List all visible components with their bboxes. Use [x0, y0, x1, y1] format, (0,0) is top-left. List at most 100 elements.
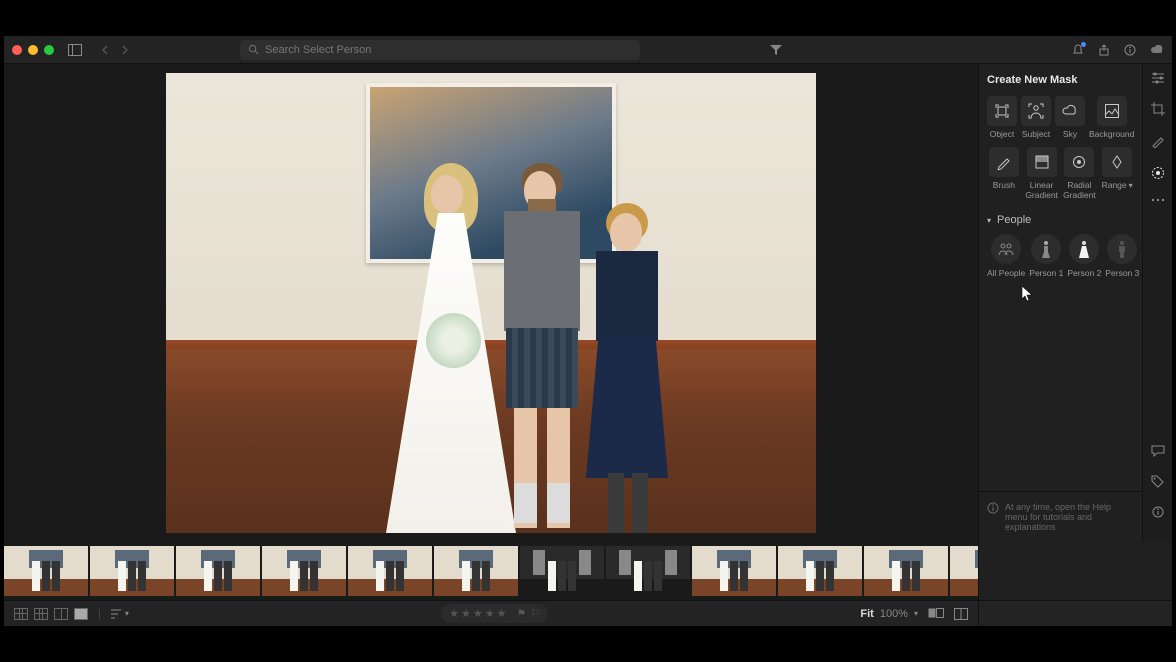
mask-tool-linear[interactable]: LinearGradient: [1025, 147, 1059, 200]
view-grid2-button[interactable]: [34, 608, 48, 620]
filmstrip-thumb[interactable]: [864, 546, 948, 596]
before-after-icon[interactable]: [928, 608, 944, 620]
star-icon[interactable]: ★: [497, 607, 507, 620]
sidebar-toggle-icon[interactable]: [68, 44, 82, 56]
person-label: Person 2: [1067, 268, 1101, 278]
people-section-header[interactable]: ▾ People: [987, 214, 1134, 226]
zoom-control[interactable]: Fit 100% ▾: [860, 608, 918, 620]
person-label: All People: [987, 268, 1025, 278]
radial-icon: [1064, 147, 1094, 177]
sort-button[interactable]: ▾: [111, 609, 129, 619]
filmstrip-thumb[interactable]: [176, 546, 260, 596]
window-controls: [12, 45, 54, 55]
search-icon: [248, 44, 259, 55]
chevron-down-icon: ▾: [914, 609, 918, 618]
crop-icon[interactable]: [1151, 102, 1165, 116]
masking-icon[interactable]: [1151, 166, 1165, 180]
mask-tool-object[interactable]: Object: [987, 96, 1017, 139]
person-thumb-icon: [1107, 234, 1137, 264]
linear-icon: [1027, 147, 1057, 177]
person-label: Person 1: [1029, 268, 1063, 278]
person-select-p3[interactable]: Person 3: [1105, 234, 1139, 278]
mask-tool-radial[interactable]: RadialGradient: [1063, 147, 1097, 200]
share-icon[interactable]: [1098, 44, 1110, 56]
main-area: Create New Mask Object Subject Sky Backgrou…: [4, 64, 1172, 542]
filmstrip-thumb[interactable]: [520, 546, 604, 596]
filmstrip-thumb[interactable]: [692, 546, 776, 596]
star-icon[interactable]: ★: [473, 607, 483, 620]
mask-tool-label: Background: [1089, 130, 1134, 139]
brush-icon: [989, 147, 1019, 177]
chevron-down-icon: ▾: [987, 216, 991, 225]
zoom-value: 100%: [880, 608, 908, 620]
info-icon[interactable]: [1124, 44, 1136, 56]
cloud-sync-icon[interactable]: [1150, 45, 1164, 55]
tool-rail: [1142, 64, 1172, 542]
mask-tool-label: Range▾: [1102, 181, 1133, 191]
tag-icon[interactable]: [1151, 475, 1164, 488]
person-thumb-icon: [1069, 234, 1099, 264]
filmstrip-thumb[interactable]: [434, 546, 518, 596]
filmstrip-thumb[interactable]: [348, 546, 432, 596]
app-window: Search Select Person: [4, 36, 1172, 626]
notifications-icon[interactable]: [1072, 44, 1084, 56]
titlebar: Search Select Person: [4, 36, 1172, 64]
zoom-mode: Fit: [860, 608, 873, 620]
star-icon[interactable]: ★: [461, 607, 471, 620]
mask-tool-label: Sky: [1063, 130, 1077, 139]
mask-panel-title: Create New Mask: [987, 74, 1134, 86]
mask-tool-label: Brush: [993, 181, 1015, 190]
person-select-all[interactable]: All People: [987, 234, 1025, 278]
mask-tool-subject[interactable]: Subject: [1021, 96, 1051, 139]
filmstrip-thumb[interactable]: [606, 546, 690, 596]
nav-back-button[interactable]: [100, 45, 110, 55]
mask-tool-label: RadialGradient: [1063, 181, 1096, 200]
search-input[interactable]: Search Select Person: [240, 40, 640, 60]
more-icon[interactable]: [1151, 198, 1165, 202]
rating-stars[interactable]: ★ ★ ★ ★ ★ ⚑ ⚐: [441, 604, 548, 623]
mask-tools-row2: Brush LinearGradientRadialGradient Range▾: [987, 147, 1134, 200]
view-single-button[interactable]: [74, 608, 88, 620]
info-panel-icon[interactable]: [1152, 506, 1164, 518]
filmstrip-thumb[interactable]: [950, 546, 978, 596]
mask-tool-range[interactable]: Range▾: [1100, 147, 1134, 200]
mask-tool-sky[interactable]: Sky: [1055, 96, 1085, 139]
person-thumb-icon: [1031, 234, 1061, 264]
help-tip: At any time, open the Help menu for tuto…: [978, 491, 1142, 542]
nav-forward-button[interactable]: [120, 45, 130, 55]
mask-tool-brush[interactable]: Brush: [987, 147, 1021, 200]
filmstrip[interactable]: [4, 542, 978, 600]
comments-icon[interactable]: [1151, 445, 1165, 457]
person-select-p2[interactable]: Person 2: [1067, 234, 1101, 278]
maximize-window-button[interactable]: [44, 45, 54, 55]
mask-tool-label: Object: [990, 130, 1015, 139]
adjust-sliders-icon[interactable]: [1151, 72, 1165, 84]
view-split-button[interactable]: [54, 608, 68, 620]
main-photo: [166, 73, 816, 533]
person-select-p1[interactable]: Person 1: [1029, 234, 1063, 278]
close-window-button[interactable]: [12, 45, 22, 55]
minimize-window-button[interactable]: [28, 45, 38, 55]
range-icon: [1102, 147, 1132, 177]
mask-panel: Create New Mask Object Subject Sky Backgrou…: [978, 64, 1142, 491]
person-label: Person 3: [1105, 268, 1139, 278]
mask-tool-background[interactable]: Background: [1089, 96, 1134, 139]
person-thumb-icon: [991, 234, 1021, 264]
flag-pick-icon[interactable]: ⚑: [516, 607, 526, 620]
subject-icon: [1021, 96, 1051, 126]
filmstrip-thumb[interactable]: [262, 546, 346, 596]
view-grid-button[interactable]: [14, 608, 28, 620]
compare-icon[interactable]: [954, 608, 968, 620]
heal-brush-icon[interactable]: [1151, 134, 1165, 148]
filter-icon[interactable]: [770, 45, 782, 55]
star-icon[interactable]: ★: [449, 607, 459, 620]
filmstrip-thumb[interactable]: [4, 546, 88, 596]
filmstrip-thumb[interactable]: [90, 546, 174, 596]
canvas[interactable]: [4, 64, 978, 542]
filmstrip-thumb[interactable]: [778, 546, 862, 596]
flag-reject-icon[interactable]: ⚐: [530, 607, 540, 620]
star-icon[interactable]: ★: [485, 607, 495, 620]
chevron-down-icon: ▾: [125, 609, 129, 619]
mouse-cursor-icon: [1022, 286, 1034, 302]
info-icon: [987, 502, 999, 514]
